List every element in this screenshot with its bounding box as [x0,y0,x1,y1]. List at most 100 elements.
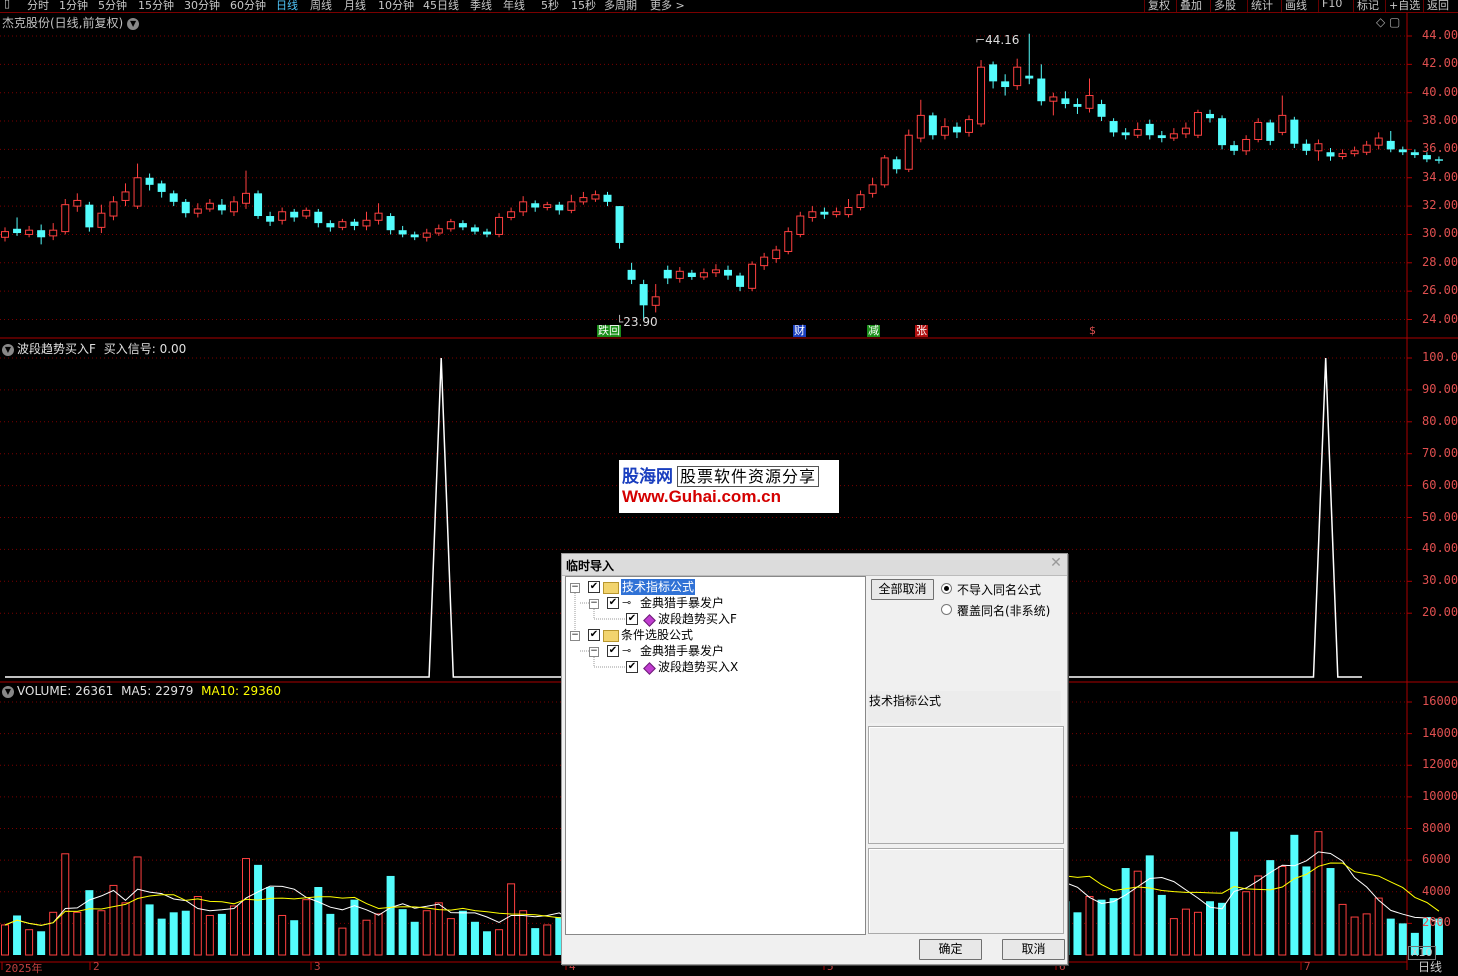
candle-down [1266,122,1275,141]
candle-down [1097,104,1106,117]
candle-down [687,272,696,277]
tree-node-author-1[interactable]: − ✔ ⊸ 金典猎手暴发户 [566,595,865,611]
ok-button[interactable]: 确定 [919,939,982,960]
candle-up [133,177,142,207]
candle-up [97,212,106,228]
candle-up [880,157,889,186]
volume-bar-down [531,928,540,955]
candle-up [1242,138,1251,152]
volume-bar-down [1230,831,1239,955]
candle-down [1001,81,1010,88]
radio-overwrite[interactable] [941,604,952,615]
candle-down [892,159,901,170]
volume-bar-up [97,910,106,956]
volume-bar-down [1398,923,1407,955]
tree-node-author-2[interactable]: − ✔ ⊸ 金典猎手暴发户 [566,643,865,659]
candle-up [1193,112,1202,136]
tree-label-author-2: 金典猎手暴发户 [640,644,725,658]
radio-overwrite-label: 覆盖同名(非系统) [957,604,1051,618]
candle-down [37,230,46,238]
candle-down [1386,140,1395,150]
candle-up [109,201,118,217]
tree-node-formula-f[interactable]: ✔ 波段趋势买入F [566,611,865,627]
volume-bar-up [362,919,371,956]
volume-bar-down [326,913,335,955]
event-marker[interactable]: 减 [867,325,880,337]
period-tag-label: 日线 [1418,960,1443,974]
tree-node-stock-formulas[interactable]: − ✔ 条件选股公式 [566,627,865,643]
checkbox-author-2[interactable]: ✔ [607,645,619,657]
candle-up [579,197,588,203]
indicator-dropdown-icon[interactable]: ▼ [2,343,14,356]
candle-up [675,270,684,279]
dialog-titlebar[interactable]: 临时导入 ✕ [562,554,1067,576]
formula-tree[interactable]: − ✔ 技术指标公式 − ✔ ⊸ 金典猎手暴发户 ✔ 波段趋势买入F − ✔ 条… [565,576,866,935]
candle-up [868,184,877,194]
candle-down [663,269,672,279]
collapse-icon[interactable]: − [570,631,580,641]
volume-bar-up [25,929,34,956]
candle-up [965,119,973,133]
checkbox-tech-formulas[interactable]: ✔ [588,581,600,593]
volume-panel-title[interactable]: ▼ VOLUME: 26361 MA5: 22979 MA10: 29360 [2,684,281,698]
volume-axis-label: 4000 [1422,883,1451,898]
watermark-brand: 股海网 [622,467,673,487]
candle-down [531,203,540,208]
checkbox-formula-f[interactable]: ✔ [626,613,638,625]
candle-up [940,126,949,136]
date-label: 2 [93,960,100,973]
candle-up [1085,95,1094,109]
volume-label: VOLUME: 26361 [17,684,114,698]
key-icon: ⊸ [622,596,632,609]
volume-axis-label: 12000 [1422,757,1458,772]
event-marker[interactable]: 财 [793,325,806,337]
volume-axis-label: 2000 [1422,915,1451,930]
candle-up [1133,129,1142,136]
collapse-icon[interactable]: − [589,599,599,609]
candle-up [338,221,347,228]
candle-up [1181,127,1190,135]
volume-bar-up [73,911,82,956]
volume-bar-up [133,856,142,956]
checkbox-formula-x[interactable]: ✔ [626,661,638,673]
candle-up [699,272,708,278]
volume-dropdown-icon[interactable]: ▼ [2,685,14,698]
indicator-panel-title[interactable]: ▼ 波段趋势买入F 买入信号: 0.00 [2,340,186,357]
event-marker[interactable]: 张 [915,325,928,337]
candle-up [772,249,781,260]
ma5-label: MA5: 22979 [121,684,194,698]
deselect-all-button[interactable]: 全部取消 [871,579,934,600]
event-marker[interactable]: $ [1088,325,1097,337]
radio-skip-duplicates[interactable] [941,583,952,594]
candle-up [362,219,371,227]
price-axis-label: 34.00 [1422,169,1458,184]
close-icon[interactable]: ✕ [1049,556,1063,570]
candle-up [1374,137,1383,146]
candle-down [1230,145,1239,151]
candle-down [1302,143,1311,151]
price-axis-label: 26.00 [1422,283,1458,298]
candle-up [904,134,913,170]
volume-bar-up [1085,895,1094,956]
indicator-axis-label: 100.0 [1422,350,1458,364]
checkbox-stock-formulas[interactable]: ✔ [588,629,600,641]
volume-bar-up [1242,891,1251,956]
description-box [868,726,1064,844]
candle-up [278,211,287,221]
collapse-icon[interactable]: − [570,583,580,593]
tree-label-formula-x: 波段趋势买入X [658,660,739,674]
candle-up [1314,143,1323,152]
candle-down [1157,135,1166,139]
tree-node-tech-formulas[interactable]: − ✔ 技术指标公式 [566,579,865,595]
candle-down [1422,155,1431,160]
collapse-icon[interactable]: − [589,647,599,657]
candle-up [229,201,238,213]
candle-up [651,296,660,306]
candle-up [1169,133,1178,139]
volume-bar-down [386,875,395,955]
checkbox-author-1[interactable]: ✔ [607,597,619,609]
volume-bar-down [350,899,359,955]
price-axis-label: 36.00 [1422,141,1458,156]
tree-node-formula-x[interactable]: ✔ 波段趋势买入X [566,659,865,675]
cancel-button[interactable]: 取消 [1002,939,1065,960]
